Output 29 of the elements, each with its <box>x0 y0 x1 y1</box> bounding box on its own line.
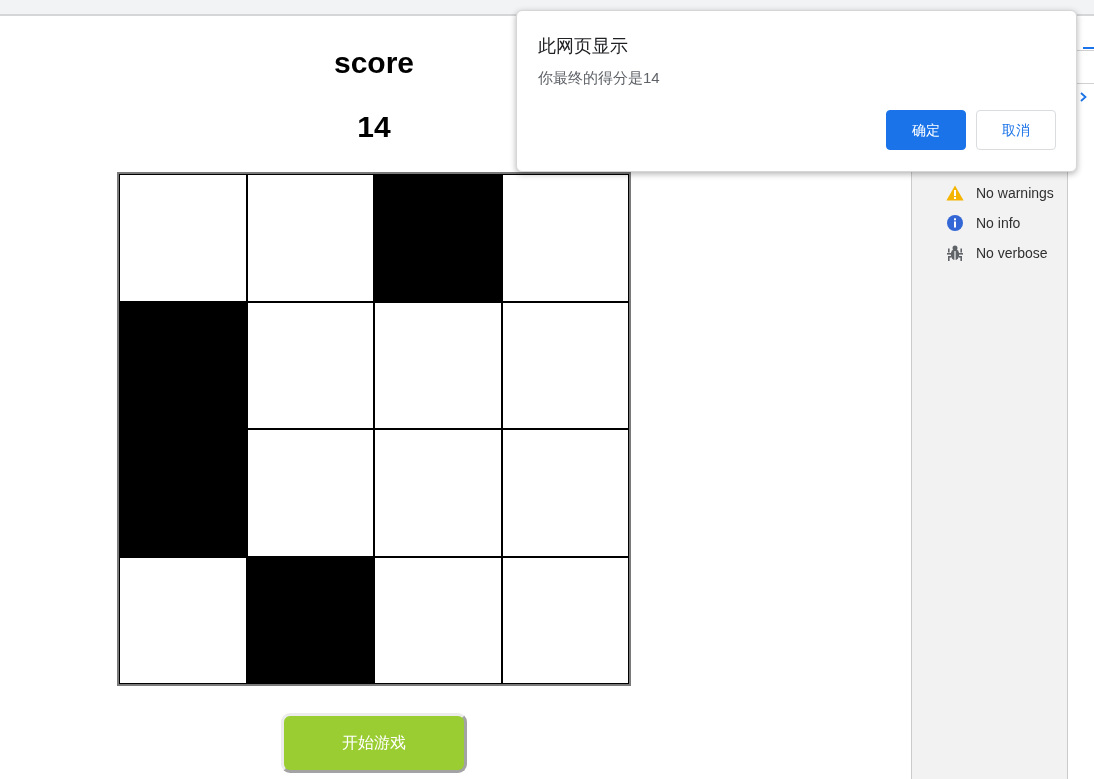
game-tile[interactable] <box>119 556 247 684</box>
score-title: score <box>333 45 415 81</box>
info-icon <box>947 215 963 231</box>
game-tile[interactable] <box>501 301 629 429</box>
game-tile[interactable] <box>119 174 247 302</box>
game-tile[interactable] <box>374 301 502 429</box>
game-tile[interactable] <box>501 556 629 684</box>
game-tile[interactable] <box>501 174 629 302</box>
filter-label: No warnings <box>976 184 1054 202</box>
filter-label: No verbose <box>976 244 1048 262</box>
score-value: 14 <box>357 109 391 145</box>
game-tile[interactable] <box>374 429 502 557</box>
game-tile[interactable] <box>246 429 374 557</box>
warning-icon <box>946 185 964 201</box>
game-tile[interactable] <box>119 429 247 557</box>
confirm-button[interactable]: 确定 <box>886 110 966 150</box>
game-tile[interactable] <box>246 556 374 684</box>
game-tile[interactable] <box>246 301 374 429</box>
game-tile[interactable] <box>374 174 502 302</box>
cancel-button[interactable]: 取消 <box>976 110 1056 150</box>
game-tile[interactable] <box>246 174 374 302</box>
filter-label: No info <box>976 214 1021 232</box>
game-tile[interactable] <box>119 301 247 429</box>
bug-icon <box>947 245 963 261</box>
game-tile[interactable] <box>374 556 502 684</box>
dialog-message: 你最终的得分是14 <box>538 68 661 88</box>
dialog-title: 此网页显示 <box>538 35 629 58</box>
chevron-right-icon[interactable] <box>1080 92 1087 102</box>
game-tile[interactable] <box>501 429 629 557</box>
